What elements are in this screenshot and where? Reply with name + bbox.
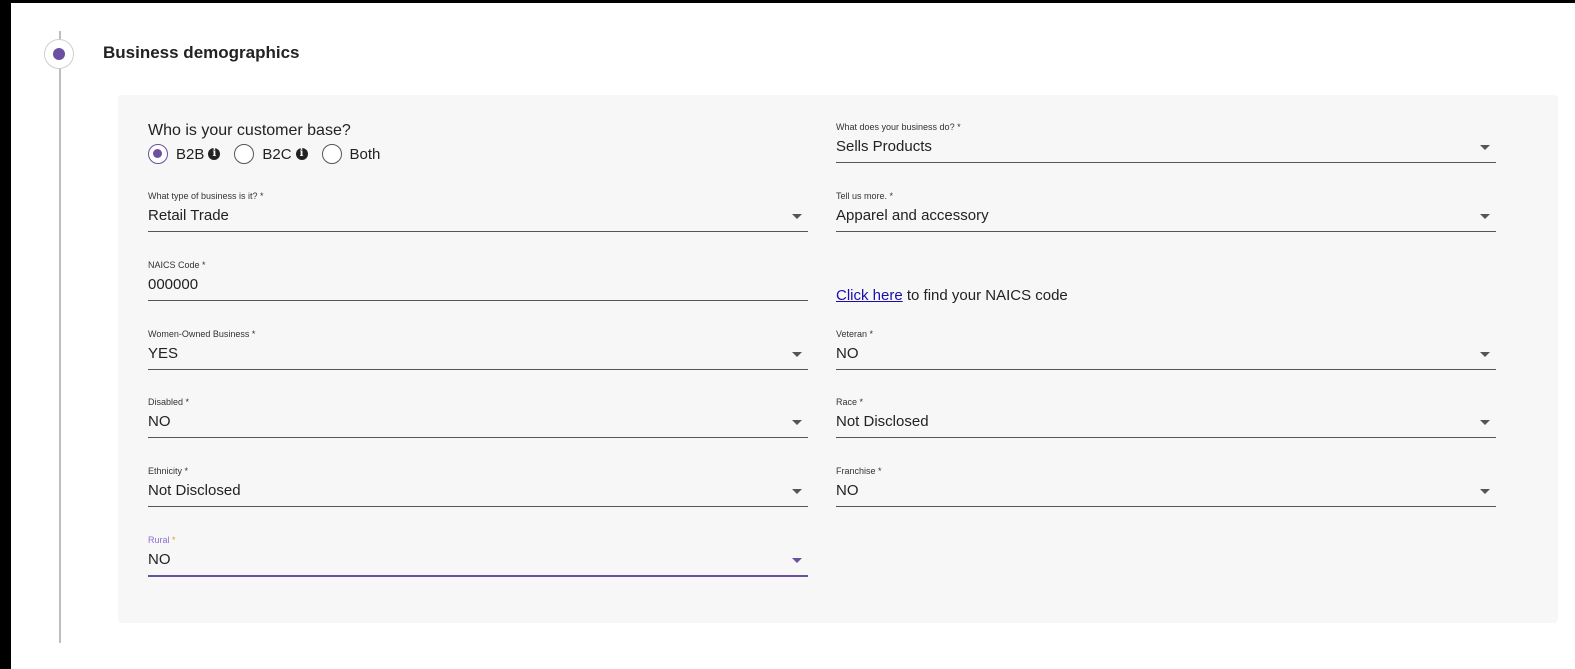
veteran-select[interactable]: Veteran * NO (836, 329, 1496, 375)
field-underline (148, 300, 808, 301)
caret-down-icon[interactable] (792, 558, 802, 563)
business-type-value: Retail Trade (148, 207, 229, 224)
radio-both-label[interactable]: Both (350, 146, 381, 163)
disabled-select[interactable]: Disabled * NO (148, 397, 808, 443)
naics-help-text: Click here to find your NAICS code (836, 287, 1068, 304)
field-underline (836, 162, 1496, 163)
b2b-info-icon[interactable]: i (208, 148, 221, 160)
caret-down-icon[interactable] (792, 420, 802, 425)
field-underline (148, 575, 808, 577)
field-underline (148, 437, 808, 438)
franchise-select[interactable]: Franchise * NO (836, 466, 1496, 512)
caret-down-icon[interactable] (792, 489, 802, 494)
field-underline (148, 369, 808, 370)
form-frame: Business demographics Who is your custom… (11, 3, 1575, 669)
demographics-panel: Who is your customer base? B2B i B2C i B… (118, 95, 1558, 623)
customer-base-radio-group: B2B i B2C i Both (148, 144, 384, 164)
caret-down-icon[interactable] (1480, 214, 1490, 219)
business-do-label: What does your business do? * (836, 122, 961, 132)
caret-down-icon[interactable] (1480, 420, 1490, 425)
stepper-line (59, 31, 61, 643)
customer-base-label: Who is your customer base? (148, 122, 351, 139)
radio-both[interactable] (321, 144, 342, 164)
business-type-label: What type of business is it? * (148, 191, 264, 201)
tell-more-label: Tell us more. * (836, 191, 894, 201)
field-underline (148, 506, 808, 507)
business-do-select[interactable]: What does your business do? * Sells Prod… (836, 122, 1496, 168)
veteran-value: NO (836, 345, 859, 362)
field-underline (836, 437, 1496, 438)
field-underline (836, 506, 1496, 507)
field-underline (148, 231, 808, 232)
tell-more-select[interactable]: Tell us more. * Apparel and accessory (836, 191, 1496, 237)
rural-required-mark: * (172, 535, 176, 545)
race-label: Race * (836, 397, 864, 407)
caret-down-icon[interactable] (1480, 352, 1490, 357)
naics-code-value[interactable]: 000000 (148, 276, 198, 293)
rural-select[interactable]: Rural * NO (148, 535, 808, 581)
b2c-info-icon[interactable]: i (295, 148, 308, 160)
disabled-value: NO (148, 413, 171, 430)
field-underline (836, 369, 1496, 370)
race-value: Not Disclosed (836, 413, 929, 430)
business-do-value: Sells Products (836, 138, 932, 155)
caret-down-icon[interactable] (1480, 145, 1490, 150)
rural-label: Rural * (148, 535, 176, 545)
stepper-active-dot (53, 48, 65, 60)
naics-code-label: NAICS Code * (148, 260, 206, 270)
franchise-value: NO (836, 482, 859, 499)
veteran-label: Veteran * (836, 329, 874, 339)
franchise-label: Franchise * (836, 466, 882, 476)
ethnicity-label: Ethnicity * (148, 466, 189, 476)
section-title: Business demographics (103, 43, 300, 62)
rural-label-text: Rural (148, 535, 170, 545)
ethnicity-value: Not Disclosed (148, 482, 241, 499)
naics-help-suffix: to find your NAICS code (902, 287, 1068, 304)
business-type-select[interactable]: What type of business is it? * Retail Tr… (148, 191, 808, 237)
naics-lookup-link[interactable]: Click here (836, 287, 903, 304)
radio-b2b-label[interactable]: B2B (176, 146, 204, 163)
race-select[interactable]: Race * Not Disclosed (836, 397, 1496, 443)
tell-more-value: Apparel and accessory (836, 207, 989, 224)
caret-down-icon[interactable] (792, 352, 802, 357)
women-owned-value: YES (148, 345, 179, 362)
stepper-step-indicator[interactable] (44, 39, 74, 69)
women-owned-label: Women-Owned Business * (148, 329, 256, 339)
rural-value: NO (148, 551, 171, 568)
radio-b2c-label[interactable]: B2C (262, 146, 291, 163)
caret-down-icon[interactable] (792, 214, 802, 219)
radio-b2c[interactable] (234, 144, 255, 164)
disabled-label: Disabled * (148, 397, 190, 407)
field-underline (836, 231, 1496, 232)
naics-code-input[interactable]: NAICS Code * 000000 (148, 260, 808, 306)
ethnicity-select[interactable]: Ethnicity * Not Disclosed (148, 466, 808, 512)
women-owned-select[interactable]: Women-Owned Business * YES (148, 329, 808, 375)
caret-down-icon[interactable] (1480, 489, 1490, 494)
radio-b2b[interactable] (148, 144, 168, 164)
